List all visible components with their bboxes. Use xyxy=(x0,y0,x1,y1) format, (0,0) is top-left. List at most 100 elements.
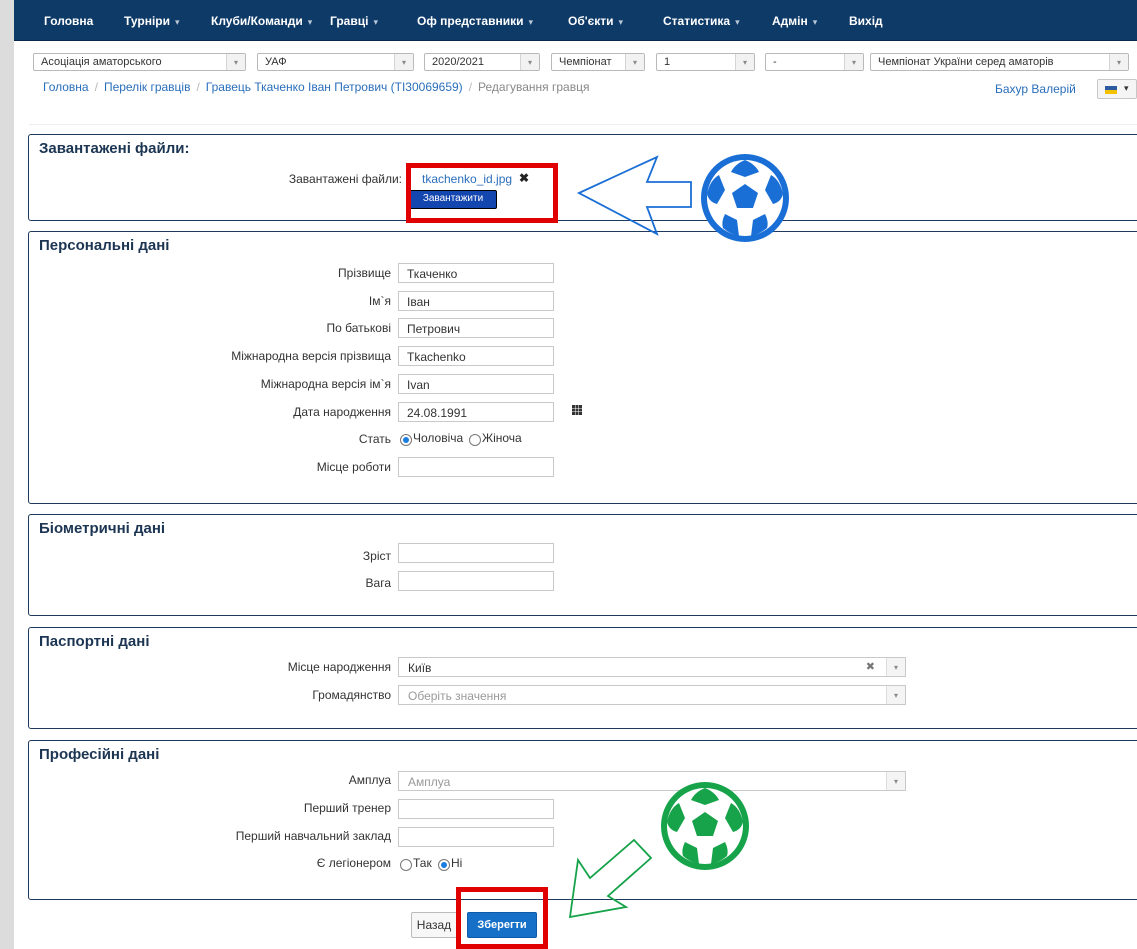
professional-section-title: Професійні дані xyxy=(39,746,160,763)
surname-field[interactable]: Ткаченко xyxy=(398,263,554,283)
biometric-section-title: Біометричні дані xyxy=(39,520,166,537)
nav-logout[interactable]: Вихід xyxy=(849,14,883,28)
passport-section: Паспортні дані xyxy=(28,627,1137,729)
intl-name-label: Міжнародна версія ім`я xyxy=(260,377,391,391)
legionnaire-no-label: Ні xyxy=(451,856,463,870)
clear-icon[interactable]: ✖ xyxy=(866,658,875,676)
chevron-down-icon: ▾ xyxy=(618,17,624,27)
first-coach-field[interactable] xyxy=(398,799,554,819)
surname-label: Прізвище xyxy=(338,266,391,280)
chevron-down-icon: ▾ xyxy=(735,54,754,70)
chevron-down-icon: ▾ xyxy=(812,17,818,27)
breadcrumb-separator: / xyxy=(196,80,200,94)
birth-date-field[interactable]: 24.08.1991 xyxy=(398,402,554,422)
personal-section-title: Персональні дані xyxy=(39,237,170,254)
top-navbar: Головна Турніри ▾ Клуби/Команди ▾ Гравці ▾ … xyxy=(14,0,1137,41)
nav-tournaments[interactable]: Турніри ▾ xyxy=(124,14,180,28)
weight-label: Вага xyxy=(365,576,391,590)
page: Головна Турніри ▾ Клуби/Команди ▾ Гравці ▾ … xyxy=(14,0,1137,949)
role-label: Амплуа xyxy=(348,773,391,787)
nav-home[interactable]: Головна xyxy=(44,14,93,28)
highlight-box-save xyxy=(456,887,548,949)
breadcrumb-current: Редагування гравця xyxy=(478,80,590,94)
nav-objects[interactable]: Об'єкти ▾ xyxy=(568,14,623,28)
citizenship-select[interactable]: Оберіть значення ▾ xyxy=(398,685,906,705)
citizenship-label: Громадянство xyxy=(312,688,391,702)
chevron-down-icon: ▾ xyxy=(226,54,245,70)
breadcrumb-players[interactable]: Перелік гравців xyxy=(104,80,191,94)
federation-select[interactable]: УАФ ▾ xyxy=(257,53,414,71)
chevron-down-icon: ▾ xyxy=(886,686,905,704)
patronymic-label: По батькові xyxy=(326,321,392,335)
intl-surname-label: Міжнародна версія прізвища xyxy=(231,349,391,363)
first-school-label: Перший навчальний заклад xyxy=(235,829,391,843)
uploads-section-title: Завантажені файли: xyxy=(39,140,190,157)
chevron-down-icon: ▾ xyxy=(735,17,740,27)
chevron-down-icon: ▾ xyxy=(844,54,863,70)
chevron-down-icon: ▾ xyxy=(886,658,905,676)
chevron-down-icon: ▾ xyxy=(1109,54,1128,70)
first-school-field[interactable] xyxy=(398,827,554,847)
patronymic-field[interactable]: Петрович xyxy=(398,318,554,338)
season-select[interactable]: 2020/2021 ▾ xyxy=(424,53,540,71)
gender-label: Стать xyxy=(358,432,391,446)
workplace-field[interactable] xyxy=(398,457,554,477)
chevron-down-icon: ▾ xyxy=(373,17,378,27)
nav-officials[interactable]: Оф представники ▾ xyxy=(417,14,533,28)
breadcrumb: Головна / Перелік гравців / Гравець Ткаченко… xyxy=(43,80,589,94)
back-button[interactable]: Назад xyxy=(411,912,457,938)
nav-clubs[interactable]: Клуби/Команди ▾ xyxy=(211,14,312,28)
ukraine-flag-icon xyxy=(1105,86,1117,94)
chevron-down-icon: ▾ xyxy=(886,772,905,790)
chevron-down-icon: ▾ xyxy=(307,17,313,27)
competition-type-select[interactable]: Чемпіонат ▾ xyxy=(551,53,645,71)
workplace-label: Місце роботи xyxy=(316,460,391,474)
intl-surname-field[interactable]: Tkachenko xyxy=(398,346,554,366)
level-select[interactable]: 1 ▾ xyxy=(656,53,755,71)
chevron-down-icon: ▾ xyxy=(625,54,644,70)
birth-date-label: Дата народження xyxy=(293,405,391,419)
height-field[interactable] xyxy=(398,543,554,563)
gender-male-radio[interactable] xyxy=(400,434,412,446)
breadcrumb-home[interactable]: Головна xyxy=(43,80,89,94)
role-select[interactable]: Амплуа ▾ xyxy=(398,771,906,791)
breadcrumb-player[interactable]: Гравець Ткаченко Іван Петрович (ТІ300696… xyxy=(206,80,463,94)
birthplace-label: Місце народження xyxy=(287,660,391,674)
weight-field[interactable] xyxy=(398,571,554,591)
legionnaire-yes-label: Так xyxy=(413,856,432,870)
passport-section-title: Паспортні дані xyxy=(39,633,150,650)
gender-female-radio[interactable] xyxy=(469,434,481,446)
tournament-select[interactable]: Чемпіонат України серед аматорів ▾ xyxy=(870,53,1129,71)
chevron-down-icon: ▾ xyxy=(394,54,413,70)
stage-select[interactable]: - ▾ xyxy=(765,53,864,71)
legionnaire-label: Є легіонером xyxy=(316,856,391,870)
nav-statistics[interactable]: Статистика ▾ xyxy=(663,14,740,28)
divider xyxy=(29,124,1137,125)
birthplace-select[interactable]: Київ ✖ ▾ xyxy=(398,657,906,677)
association-select[interactable]: Асоціація аматорського ▾ xyxy=(33,53,246,71)
chevron-down-icon: ▾ xyxy=(175,17,180,27)
uploads-label: Завантажені файли: xyxy=(288,172,402,186)
user-name-link[interactable]: Бахур Валерій xyxy=(995,82,1076,96)
legionnaire-yes-radio[interactable] xyxy=(400,859,412,871)
gender-female-label: Жіноча xyxy=(482,431,522,445)
first-name-field[interactable]: Іван xyxy=(398,291,554,311)
blue-soccer-ball-icon xyxy=(701,154,789,242)
language-button[interactable]: ▾ xyxy=(1097,79,1137,99)
breadcrumb-separator: / xyxy=(94,80,98,94)
breadcrumb-separator: / xyxy=(468,80,473,94)
legionnaire-no-radio[interactable] xyxy=(438,859,450,871)
first-name-label: Ім`я xyxy=(368,294,391,308)
first-coach-label: Перший тренер xyxy=(303,801,391,815)
chevron-down-icon: ▾ xyxy=(520,54,539,70)
height-label: Зріст xyxy=(362,549,391,563)
nav-admin[interactable]: Адмін ▾ xyxy=(772,14,817,28)
calendar-icon[interactable] xyxy=(572,405,582,415)
chevron-down-icon: ▾ xyxy=(1124,83,1129,93)
intl-name-field[interactable]: Ivan xyxy=(398,374,554,394)
biometric-section: Біометричні дані xyxy=(28,514,1137,616)
green-soccer-ball-icon xyxy=(661,782,749,870)
highlight-box-upload xyxy=(406,163,558,223)
chevron-down-icon: ▾ xyxy=(528,17,534,27)
nav-players[interactable]: Гравці ▾ xyxy=(330,14,378,28)
